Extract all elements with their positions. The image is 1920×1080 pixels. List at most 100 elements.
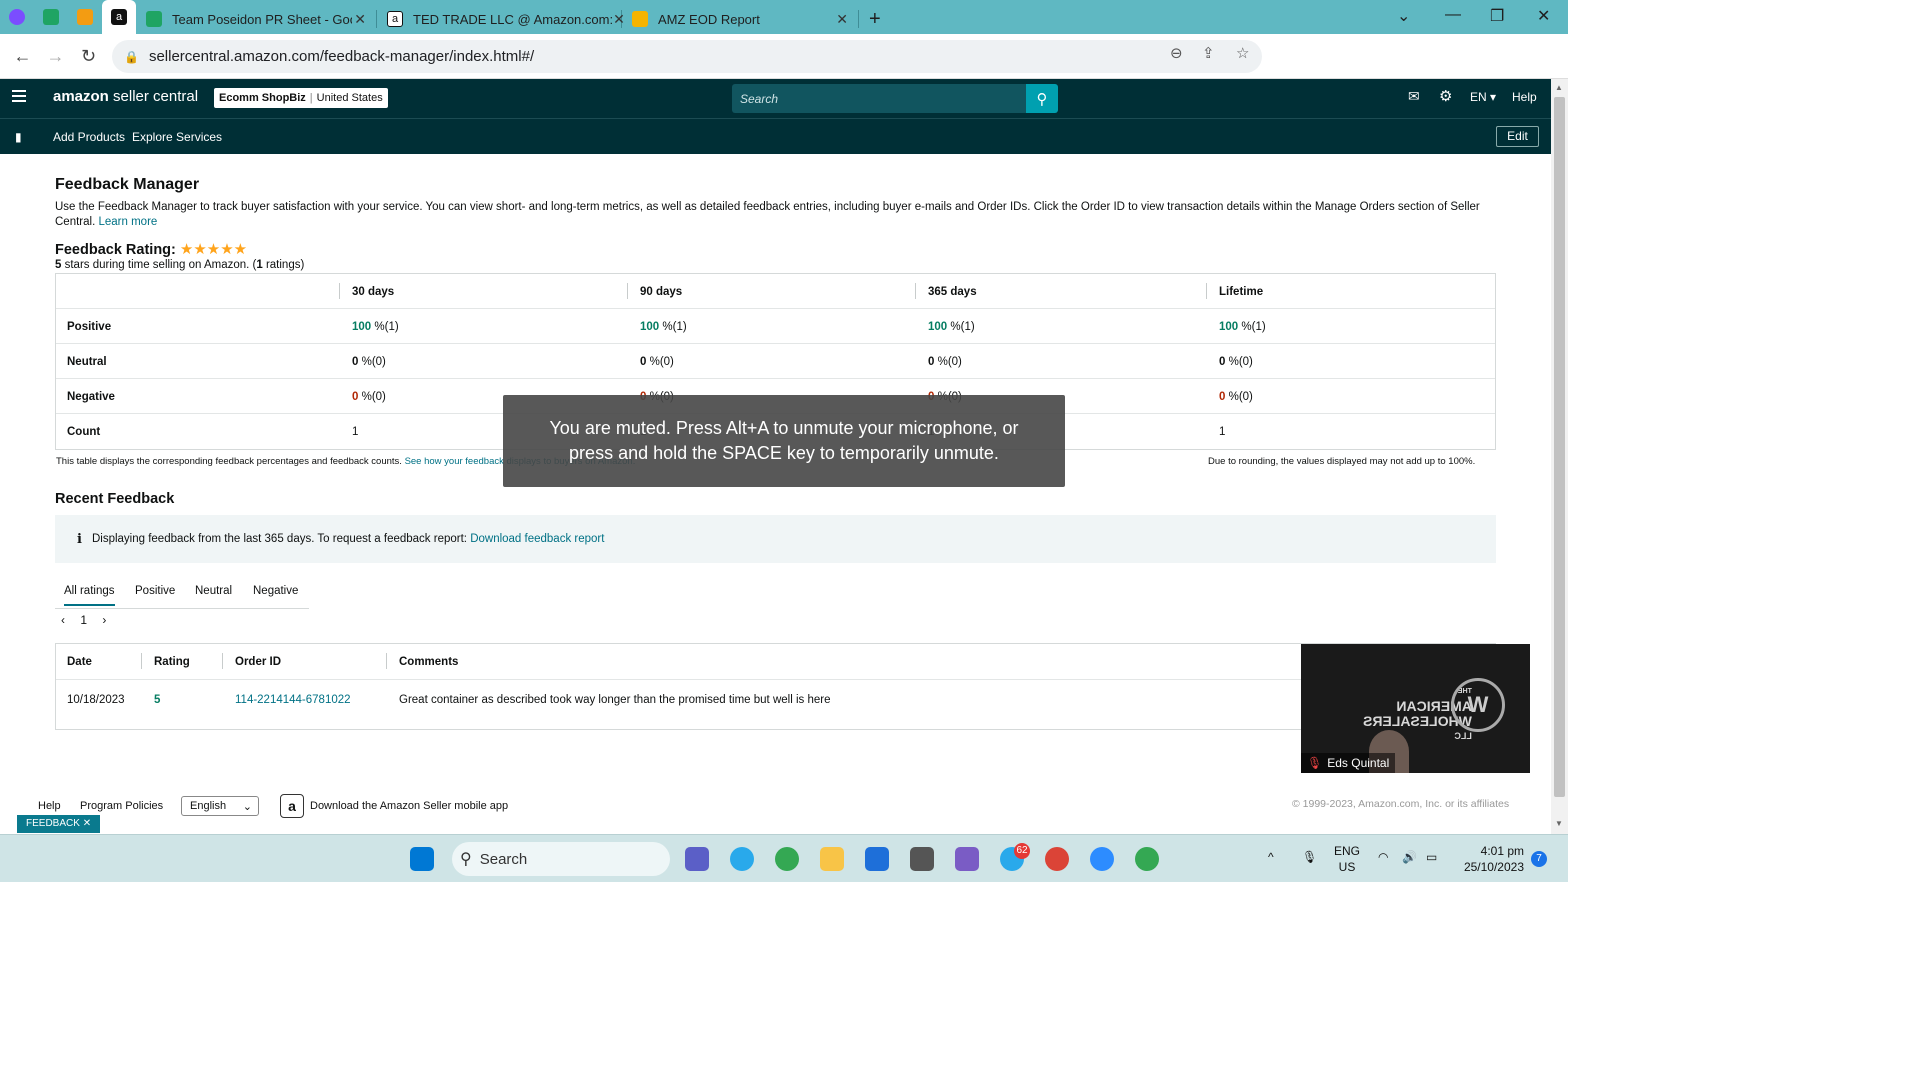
tab-poseidon-sheet[interactable]: Team Poseidon PR Sheet - Goog ✕ — [136, 4, 376, 34]
column-header: Lifetime — [1219, 286, 1264, 298]
table-cell: 0 %(0) — [1219, 356, 1253, 368]
search-button[interactable]: ⚲ — [1026, 84, 1058, 113]
telegram-icon[interactable] — [730, 847, 754, 871]
tab-negative[interactable]: Negative — [253, 585, 298, 597]
amazon-tab-icon[interactable]: a — [102, 0, 136, 34]
explore-services-link[interactable]: Explore Services — [132, 130, 222, 144]
tab-ted-trade[interactable]: a TED TRADE LLC @ Amazon.com: ✕ — [377, 4, 625, 34]
scroll-down-icon[interactable]: ▼ — [1555, 819, 1563, 828]
hamburger-icon[interactable] — [12, 90, 26, 105]
clock[interactable]: 4:01 pm 25/10/2023 — [1458, 843, 1524, 875]
search-input[interactable]: Search — [732, 84, 1026, 113]
back-icon[interactable]: ← — [6, 46, 39, 67]
sheets-icon — [146, 11, 162, 27]
pagination: ‹ 1 › — [61, 613, 118, 627]
wifi-icon[interactable]: ◠ — [1378, 849, 1388, 865]
bookmark-star-icon[interactable]: ☆ — [1236, 44, 1249, 62]
zoom-icon[interactable]: ⊖ — [1170, 44, 1183, 62]
lang-line-2: US — [1338, 860, 1356, 874]
edit-button[interactable]: Edit — [1496, 126, 1539, 147]
next-page-icon[interactable]: › — [102, 613, 106, 627]
page-footer: Help Program Policies English ⌄ a Downloa… — [0, 788, 1551, 834]
calculator-icon[interactable] — [910, 847, 934, 871]
sheets-tab-icon[interactable] — [34, 0, 68, 34]
notepad-icon[interactable] — [865, 847, 889, 871]
volume-icon[interactable]: 🔊 — [1402, 849, 1417, 865]
brand-emblem: W — [1451, 678, 1505, 732]
mobile-app-link[interactable]: Download the Amazon Seller mobile app — [310, 800, 508, 812]
chevron-up-icon[interactable]: ^ — [1268, 849, 1274, 865]
page-scrollbar[interactable]: ▲ ▼ — [1551, 79, 1568, 834]
program-policies-link[interactable]: Program Policies — [80, 800, 163, 812]
chrome-icon[interactable] — [1135, 847, 1159, 871]
order-id-link[interactable]: 114-2214144-6781022 — [235, 694, 351, 706]
tab-amz-eod[interactable]: AMZ EOD Report ✕ — [622, 4, 858, 34]
amazon-app-icon[interactable]: a — [280, 794, 304, 818]
row-label: Neutral — [67, 356, 107, 368]
gear-icon[interactable]: ⚙ — [1439, 87, 1452, 105]
share-icon[interactable]: ⇪ — [1202, 44, 1215, 62]
taskbar-search[interactable]: ⚲ Search — [452, 842, 670, 876]
add-products-link[interactable]: Add Products — [53, 130, 125, 144]
teams-icon[interactable] — [685, 847, 709, 871]
language-dropdown[interactable]: English ⌄ — [181, 796, 259, 816]
bookmark-icon[interactable]: ▮ — [15, 130, 22, 144]
chevron-down-icon: ⌄ — [242, 801, 252, 813]
battery-icon[interactable]: ▭ — [1426, 849, 1437, 865]
language-selector[interactable]: EN ▾ — [1470, 90, 1496, 104]
close-icon[interactable]: ✕ — [836, 11, 848, 28]
table-cell: 1 — [352, 426, 359, 438]
muted-line-2: press and hold the SPACE key to temporar… — [569, 443, 999, 463]
learn-more-link[interactable]: Learn more — [98, 216, 157, 228]
report-icon — [632, 11, 648, 27]
tab-all-ratings[interactable]: All ratings — [64, 585, 115, 606]
forward-icon[interactable]: → — [39, 46, 72, 67]
microphone-icon[interactable]: 🎙 — [1302, 849, 1317, 865]
description-text: Use the Feedback Manager to track buyer … — [55, 201, 1480, 228]
page-number[interactable]: 1 — [80, 613, 87, 627]
restore-icon[interactable]: ❐ — [1490, 6, 1504, 26]
table-cell: 0 %(0) — [1219, 391, 1253, 403]
store-selector[interactable]: Ecomm ShopBiz | United States — [214, 88, 388, 108]
minimize-icon[interactable]: — — [1445, 6, 1461, 24]
notification-badge[interactable]: 7 — [1531, 851, 1547, 867]
scroll-up-icon[interactable]: ▲ — [1555, 83, 1563, 92]
new-tab-button[interactable]: + — [859, 4, 891, 34]
lock-icon: 🔒 — [124, 49, 139, 64]
rating-summary: 5 stars during time selling on Amazon. (… — [55, 259, 304, 271]
feedback-label: FEEDBACK — [26, 818, 80, 829]
input-language[interactable]: ENG US — [1334, 843, 1360, 875]
tab-positive[interactable]: Positive — [135, 585, 175, 597]
close-icon[interactable]: ✕ — [354, 11, 366, 28]
windows-start-icon[interactable] — [410, 847, 434, 871]
logo-main: amazon — [53, 88, 109, 105]
rating-label: Feedback Rating: — [55, 242, 176, 258]
column-header: 365 days — [928, 286, 977, 298]
url-field[interactable]: 🔒 sellercentral.amazon.com/feedback-mana… — [112, 40, 1262, 73]
tab-neutral[interactable]: Neutral — [195, 585, 232, 597]
scrollbar-thumb[interactable] — [1554, 97, 1565, 797]
messenger-tab-icon[interactable] — [0, 0, 34, 34]
close-window-icon[interactable]: ✕ — [1537, 6, 1550, 26]
chrome-icon[interactable] — [775, 847, 799, 871]
close-icon[interactable]: ✕ — [83, 818, 91, 829]
prev-page-icon[interactable]: ‹ — [61, 613, 65, 627]
footer-help-link[interactable]: Help — [38, 800, 61, 812]
store-name: Ecomm ShopBiz — [219, 92, 306, 104]
snipping-tool-icon[interactable] — [955, 847, 979, 871]
mail-icon[interactable]: ✉ — [1408, 88, 1420, 105]
video-tile[interactable]: THE AMERICAN WHOLESALERS LLC W 🎙 Eds Quin… — [1301, 644, 1530, 773]
address-bar: ← → ↻ 🔒 sellercentral.amazon.com/feedbac… — [0, 34, 1568, 99]
jungle-scout-tab-icon[interactable] — [68, 0, 102, 34]
seller-central-logo[interactable]: amazon seller central — [53, 88, 198, 105]
zoom-icon[interactable] — [1090, 847, 1114, 871]
feedback-comment: Great container as described took way lo… — [399, 694, 831, 706]
feedback-button[interactable]: FEEDBACK ✕ — [17, 815, 101, 833]
help-link[interactable]: Help — [1512, 90, 1537, 104]
download-report-link[interactable]: Download feedback report — [470, 533, 604, 545]
chrome-icon[interactable] — [1045, 847, 1069, 871]
file-explorer-icon[interactable] — [820, 847, 844, 871]
reload-icon[interactable]: ↻ — [72, 46, 105, 67]
tab-search-icon[interactable]: ⌄ — [1397, 6, 1410, 26]
url-text: sellercentral.amazon.com/feedback-manage… — [148, 48, 535, 65]
